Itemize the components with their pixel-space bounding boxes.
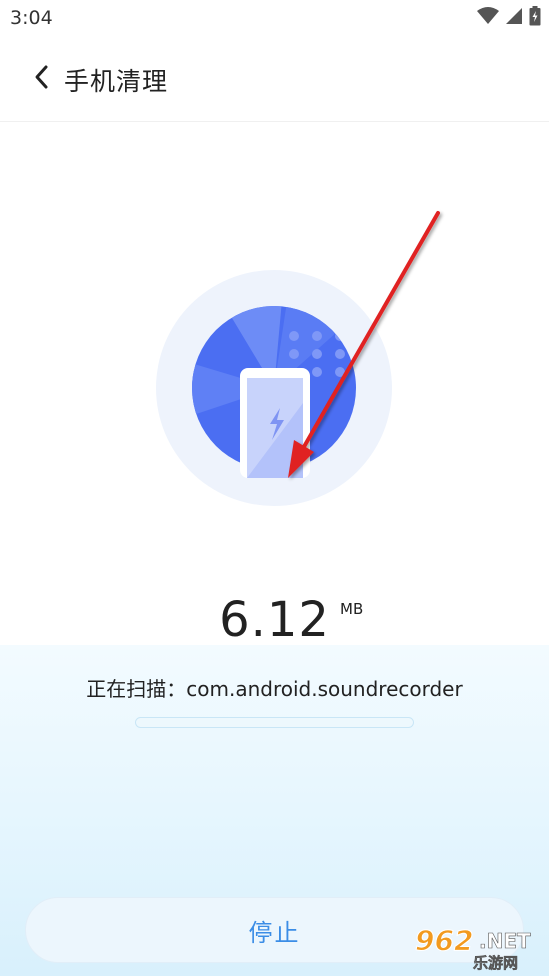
status-time: 3:04 [10,7,53,29]
scan-progress-bar [135,717,414,728]
scan-illustration [154,268,394,508]
svg-text:.NET: .NET [479,929,531,953]
signal-icon [505,7,523,29]
back-arrow-icon [33,64,49,94]
junk-size-unit: MB [340,600,364,618]
status-icons [477,6,541,30]
status-bar: 3:04 [0,0,549,38]
svg-text:乐游网: 乐游网 [473,954,518,972]
back-button[interactable] [26,62,56,96]
phone-icon [240,368,310,478]
junk-size-display: 6.12 MB [0,592,549,648]
scan-target-package: com.android.soundrecorder [186,677,463,701]
scan-status-prefix: 正在扫描： [86,677,187,701]
svg-text:962: 962 [415,924,473,957]
junk-size-value: 6.12 [219,592,330,648]
watermark-logo: 962 .NET 乐游网 [413,920,543,973]
app-header: 手机清理 [0,38,549,122]
battery-icon [529,6,541,30]
wifi-icon [477,7,499,29]
page-title: 手机清理 [64,67,169,96]
scan-status: 正在扫描：com.android.soundrecorder [0,673,549,702]
